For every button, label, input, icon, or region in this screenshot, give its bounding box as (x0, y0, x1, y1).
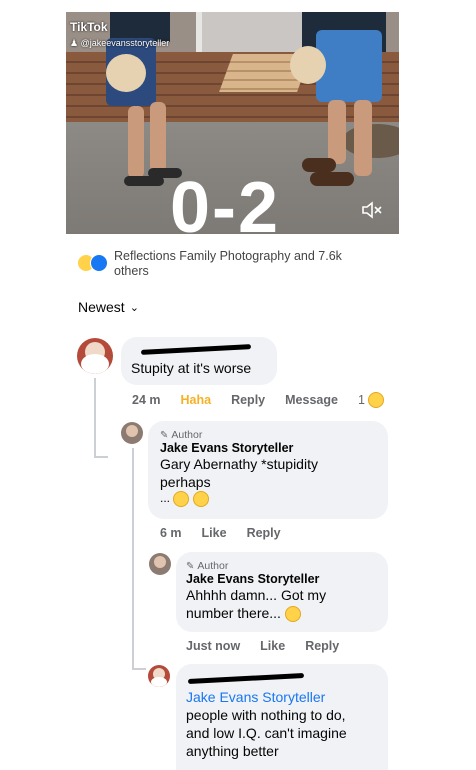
tiktok-logo: TikTok (70, 20, 108, 34)
user-icon: ♟ (70, 38, 81, 48)
message-button[interactable]: Message (285, 393, 338, 407)
commenter-name[interactable]: Jake Evans Storyteller (160, 441, 376, 455)
redacted-name (140, 344, 252, 355)
avatar[interactable] (149, 553, 171, 575)
video-player[interactable]: TikTok ♟ @jakeevansstoryteller 0-2 (66, 12, 399, 234)
reaction-count: 1 (357, 393, 365, 407)
avatar[interactable] (148, 665, 170, 687)
avatar[interactable] (77, 338, 113, 374)
reply-button[interactable]: Reply (247, 526, 281, 540)
ellipsis-text: ... (160, 491, 171, 506)
haha-reaction-button[interactable]: Haha (181, 393, 212, 407)
comment-sort-dropdown[interactable]: Newest ⌄ (78, 299, 139, 315)
reaction-summary[interactable]: Reflections Family Photography and 7.6k … (77, 249, 364, 279)
reply-time: Just now (186, 639, 241, 653)
reply-text-ellipsis: ... (160, 491, 376, 507)
like-button[interactable]: Like (260, 639, 285, 653)
left-player-leg (128, 106, 144, 178)
thread-line (94, 456, 108, 458)
sort-label: Newest (78, 299, 125, 315)
reply-bubble[interactable]: Jake Evans Storyteller people with nothi… (176, 664, 388, 770)
reply-text: perhaps (160, 474, 211, 490)
reply-text: and low I.Q. can't imagine (186, 725, 347, 741)
comment-actions: 24 m Haha Reply Message 1 (132, 392, 404, 408)
right-player-sandal (302, 158, 336, 172)
reply-text-line: number there... (186, 605, 281, 621)
right-player-sandal (310, 172, 354, 186)
reply-text: anything better (186, 743, 279, 759)
pencil-icon: ✎ (186, 560, 195, 572)
reply-bubble[interactable]: ✎ Author Jake Evans Storyteller Ahhhh dam… (176, 552, 388, 632)
thinking-emoji-icon (173, 491, 190, 507)
thread-line (94, 378, 96, 458)
like-button[interactable]: Like (202, 526, 227, 540)
like-reaction-icon (90, 254, 108, 272)
right-player-leg (328, 100, 346, 164)
reaction-icons (77, 254, 108, 272)
reply-time: 6 m (160, 526, 182, 540)
reply-actions: 6 m Like Reply (160, 526, 301, 540)
reply-text: number there... (186, 604, 378, 623)
left-player-leg (150, 102, 166, 172)
chevron-down-icon: ⌄ (129, 301, 139, 314)
score-overlay: 0-2 (170, 168, 281, 234)
thread-line (132, 668, 146, 670)
thread-line (132, 448, 134, 670)
comment-bubble[interactable]: Stupity at it's worse (121, 337, 277, 385)
left-player-paddle (106, 54, 146, 92)
right-player-paddle (290, 46, 326, 84)
comment-time: 24 m (132, 393, 161, 407)
reply-bubble[interactable]: ✎ Author Jake Evans Storyteller Gary Aber… (148, 421, 388, 519)
reply-text: people with nothing to do, (186, 707, 346, 723)
author-badge: ✎ Author (160, 429, 376, 441)
author-badge-text: Author (171, 429, 203, 441)
reply-text: Ahhhh damn... Got my (186, 587, 327, 603)
grin-emoji-icon (284, 606, 301, 623)
reply-actions: Just now Like Reply (186, 639, 359, 653)
right-player-leg (354, 100, 372, 176)
avatar[interactable] (121, 422, 143, 444)
redacted-name (187, 672, 305, 685)
pencil-icon: ✎ (160, 429, 169, 441)
reaction-summary-text: Reflections Family Photography and 7.6k … (114, 249, 342, 278)
comment-text: Stupity at it's worse (131, 360, 252, 376)
reply-button[interactable]: Reply (231, 393, 265, 407)
tiktok-handle-text: @jakeevansstoryteller (80, 38, 170, 48)
commenter-name[interactable]: Jake Evans Storyteller (186, 572, 378, 586)
reply-text: Gary Abernathy *stupidity (160, 456, 318, 472)
tiktok-handle: ♟ @jakeevansstoryteller (70, 38, 169, 49)
author-badge-text: Author (197, 560, 229, 572)
reply-button[interactable]: Reply (305, 639, 339, 653)
author-badge: ✎ Author (186, 560, 378, 572)
grin-emoji-icon (192, 491, 209, 507)
speaker-mute-icon[interactable] (361, 200, 383, 220)
haha-emoji-icon (367, 392, 384, 408)
mention-link[interactable]: Jake Evans Storyteller (186, 688, 378, 706)
